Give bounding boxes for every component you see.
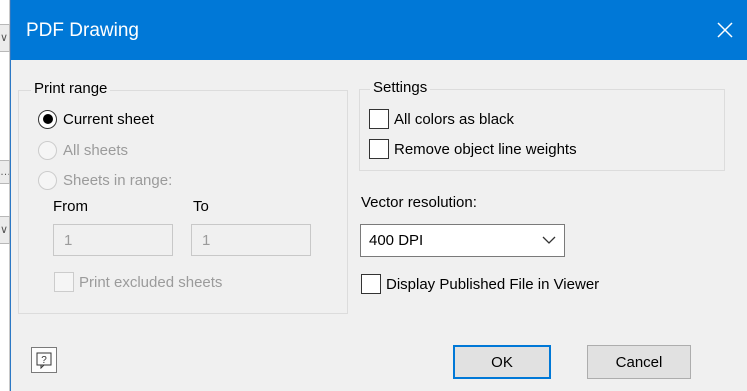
dialog-title: PDF Drawing (26, 20, 139, 41)
display-published-label: Display Published File in Viewer (386, 275, 600, 293)
help-button[interactable]: ? (31, 347, 57, 373)
display-published-checkbox[interactable]: Display Published File in Viewer (361, 273, 599, 295)
print-excluded-sheets-box[interactable] (54, 272, 74, 292)
chevron-down-icon (542, 236, 556, 244)
radio-current-sheet[interactable]: Current sheet (38, 108, 154, 130)
remove-line-weights-label: Remove object line weights (394, 140, 577, 158)
all-colors-black-checkbox[interactable]: All colors as black (369, 108, 514, 130)
all-colors-black-label: All colors as black (394, 110, 515, 128)
from-label: From (53, 198, 88, 215)
radio-sheets-in-range-control[interactable] (38, 170, 57, 190)
title-bar: PDF Drawing (11, 0, 747, 60)
radio-current-sheet-control[interactable] (38, 109, 57, 129)
background-window-edge: ∨ … ∨ (0, 0, 10, 391)
radio-current-sheet-label: Current sheet (63, 110, 154, 128)
print-range-legend: Print range (31, 80, 111, 97)
pdf-drawing-dialog: PDF Drawing Print range Current sheet Al… (10, 0, 747, 391)
all-colors-black-box[interactable] (369, 109, 389, 129)
background-dropdown[interactable]: ∨ (0, 24, 10, 52)
from-field[interactable]: 1 (53, 224, 173, 256)
vector-resolution-label: Vector resolution: (361, 194, 477, 211)
remove-line-weights-checkbox[interactable]: Remove object line weights (369, 138, 577, 160)
radio-all-sheets-control[interactable] (38, 140, 57, 160)
background-ellipsis-button[interactable]: … (0, 160, 10, 184)
display-published-box[interactable] (361, 274, 381, 294)
remove-line-weights-box[interactable] (369, 139, 389, 159)
radio-all-sheets-label: All sheets (63, 141, 129, 159)
print-excluded-sheets-label: Print excluded sheets (79, 273, 223, 291)
close-button[interactable] (702, 0, 747, 60)
to-field[interactable]: 1 (191, 224, 311, 256)
ok-button[interactable]: OK (453, 345, 551, 379)
svg-text:?: ? (41, 355, 47, 366)
radio-sheets-in-range-label: Sheets in range: (63, 171, 173, 189)
close-icon (717, 22, 733, 38)
background-dropdown-2[interactable]: ∨ (0, 216, 10, 244)
radio-sheets-in-range[interactable]: Sheets in range: (38, 169, 172, 191)
radio-all-sheets[interactable]: All sheets (38, 139, 128, 161)
to-label: To (193, 198, 209, 215)
help-icon: ? (36, 352, 52, 369)
vector-resolution-value: 400 DPI (369, 232, 424, 249)
settings-legend: Settings (370, 79, 431, 96)
cancel-button[interactable]: Cancel (587, 345, 691, 379)
print-excluded-sheets-checkbox[interactable]: Print excluded sheets (54, 271, 222, 293)
vector-resolution-select[interactable]: 400 DPI (360, 224, 565, 257)
